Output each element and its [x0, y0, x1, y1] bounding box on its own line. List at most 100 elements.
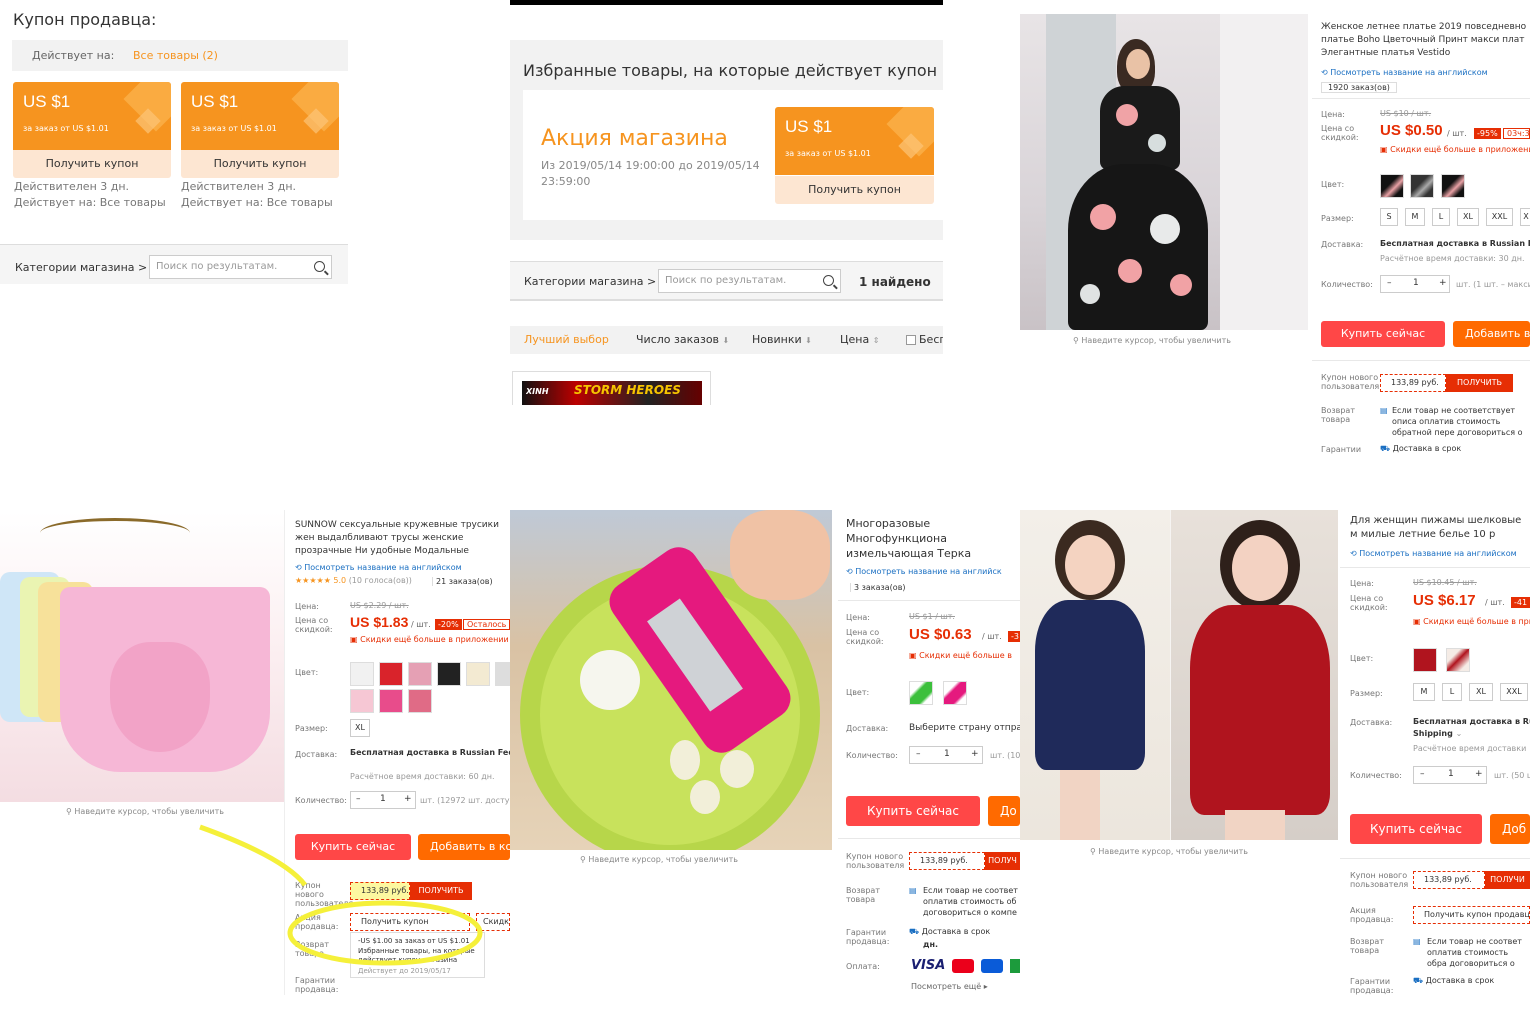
see-more-link[interactable]: Посмотреть ещё ▸: [911, 982, 988, 991]
product-image[interactable]: [1020, 510, 1338, 840]
new-user-coupon-get-button[interactable]: ПОЛУЧИТЬ: [1446, 374, 1513, 392]
size-option-l[interactable]: L: [1432, 208, 1450, 226]
delivery-icon: ⛟: [1380, 444, 1391, 453]
color-swatch-6[interactable]: [495, 662, 510, 686]
buy-now-button[interactable]: Купить сейчас: [846, 796, 980, 826]
applies-value-link[interactable]: Все товары (2): [133, 49, 218, 62]
get-coupon-button-1[interactable]: Получить купон: [13, 150, 171, 178]
color-swatch-8[interactable]: [379, 689, 403, 713]
color-swatch-2[interactable]: [379, 662, 403, 686]
rating[interactable]: ★★★★★ 5.0 (10 голоса(ов)): [295, 576, 412, 585]
store-categories-link[interactable]: Категории магазина >: [15, 261, 147, 274]
color-swatch-5[interactable]: [466, 662, 490, 686]
sort-price[interactable]: Цена ⇕: [840, 333, 879, 346]
plus-button[interactable]: +: [404, 794, 412, 804]
product-image[interactable]: [1020, 14, 1308, 330]
plus-button[interactable]: +: [971, 749, 979, 759]
get-coupon-button-2[interactable]: Получить купон: [181, 150, 339, 178]
app-discount-link[interactable]: ▣ Скидки ещё больше в приложении ▾: [350, 635, 515, 644]
app-discount-link[interactable]: ▣ Скидки ещё больше в: [909, 651, 1020, 660]
minus-button[interactable]: –: [1420, 769, 1425, 779]
product-image[interactable]: [0, 512, 284, 802]
color-swatch-2[interactable]: [1410, 174, 1434, 198]
translate-link[interactable]: ⟲ Посмотреть название на английск: [846, 567, 1020, 576]
seller-coupon-dropdown[interactable]: Получить купон продавц: [1413, 906, 1530, 924]
quantity-stepper[interactable]: – 1 +: [350, 791, 416, 809]
sort-orders[interactable]: Число заказов ⬇: [636, 333, 729, 346]
minus-button[interactable]: –: [1387, 278, 1392, 288]
add-to-cart-button[interactable]: Добавить в: [1453, 321, 1530, 347]
size-option-m[interactable]: M: [1413, 683, 1435, 701]
color-swatch-7[interactable]: [350, 689, 374, 713]
promo-title: Акция магазина: [541, 126, 728, 151]
size-option-xl[interactable]: XL: [350, 719, 370, 737]
quantity-stepper[interactable]: – 1 +: [909, 746, 983, 764]
size-option-m[interactable]: M: [1405, 208, 1425, 226]
color-swatch-pink[interactable]: [943, 681, 967, 705]
app-discount-link[interactable]: ▣ Скидки ещё больше в приложени: [1380, 145, 1530, 154]
quantity-stepper[interactable]: – 1 +: [1380, 275, 1450, 293]
quantity-stepper[interactable]: – 1 +: [1413, 766, 1487, 784]
return-policy: ▤ Если товар не соответствует описа оплат…: [1380, 406, 1523, 437]
translate-link[interactable]: ⟲ Посмотреть название на английском: [295, 563, 462, 572]
shipping-country-select[interactable]: Выберите страну отправк: [909, 723, 1020, 733]
product-banner[interactable]: XINH STORM HEROES: [522, 381, 702, 405]
search-input[interactable]: Поиск по результатам.: [149, 255, 332, 279]
color-swatch-9[interactable]: [408, 689, 432, 713]
sort-best[interactable]: Лучший выбор: [524, 333, 609, 346]
color-swatch-4[interactable]: [437, 662, 461, 686]
add-to-cart-button[interactable]: До: [988, 796, 1020, 826]
size-option-xl[interactable]: XL: [1457, 208, 1479, 226]
shipping-value[interactable]: Бесплатная доставка в Ru: [1413, 717, 1530, 726]
color-swatch-1[interactable]: [1380, 174, 1404, 198]
search-icon[interactable]: [823, 275, 834, 286]
buy-now-button[interactable]: Купить сейчас: [1350, 814, 1482, 844]
size-option-xl[interactable]: XL: [1469, 683, 1493, 701]
add-to-cart-button[interactable]: Доб: [1490, 814, 1530, 844]
size-option-xxl[interactable]: XXL: [1500, 683, 1528, 701]
quantity-label: Количество:: [1350, 771, 1402, 780]
translate-link[interactable]: ⟲ Посмотреть название на английском: [1350, 549, 1530, 558]
plus-button[interactable]: +: [1475, 769, 1483, 779]
discount-price-label: Цена со скидкой:: [846, 628, 884, 646]
new-user-coupon-get-button[interactable]: ПОЛУЧ: [985, 852, 1020, 870]
minus-button[interactable]: –: [356, 794, 361, 804]
search-icon[interactable]: [314, 261, 325, 272]
minus-button[interactable]: –: [916, 749, 921, 759]
quantity-value[interactable]: 1: [1448, 769, 1454, 779]
color-swatch-green[interactable]: [909, 681, 933, 705]
plus-button[interactable]: +: [1439, 278, 1447, 288]
return-label: Возврат товара: [1321, 406, 1355, 424]
promo-get-coupon-button[interactable]: Получить купон: [775, 176, 934, 204]
buy-now-button[interactable]: Купить сейчас: [1321, 321, 1445, 347]
shipping-method[interactable]: Shipping ⌄: [1413, 729, 1462, 738]
app-discount-link[interactable]: ▣ Скидки ещё больше в при: [1413, 617, 1530, 626]
quantity-value[interactable]: 1: [944, 749, 950, 759]
quantity-value[interactable]: 1: [1413, 278, 1419, 288]
discount-price-label: Цена со скидкой:: [1321, 124, 1359, 142]
size-option-s[interactable]: S: [1380, 208, 1398, 226]
stock-left: Осталось д: [463, 619, 510, 630]
shipping-value[interactable]: Бесплатная доставка в Russian Federatio: [350, 748, 510, 757]
discount-price: US $1.83: [350, 614, 409, 630]
product-image[interactable]: [510, 510, 832, 850]
free-shipping-label: Бесп: [919, 333, 943, 346]
size-option-xxl[interactable]: XXL: [1486, 208, 1513, 226]
color-swatch-3[interactable]: [408, 662, 432, 686]
color-swatch-3[interactable]: [1441, 174, 1465, 198]
search-input-2[interactable]: Поиск по результатам.: [658, 269, 841, 293]
sort-new[interactable]: Новинки ⬇: [752, 333, 812, 346]
color-swatch-red[interactable]: [1413, 648, 1437, 672]
new-user-coupon-get-button[interactable]: ПОЛУЧИ: [1485, 871, 1530, 889]
free-shipping-checkbox[interactable]: [906, 335, 916, 345]
quantity-value[interactable]: 1: [380, 794, 386, 804]
return-policy: ▤ Если товар не соответ оплатив стоимость…: [909, 886, 1018, 917]
color-swatch-red-2[interactable]: [1446, 648, 1470, 672]
shipping-value[interactable]: Бесплатная доставка в Russian Fede: [1380, 239, 1530, 248]
size-option-l[interactable]: L: [1442, 683, 1462, 701]
translate-link[interactable]: ⟲ Посмотреть название на английском: [1321, 68, 1488, 77]
color-swatch-1[interactable]: [350, 662, 374, 686]
store-categories-link-2[interactable]: Категории магазина >: [524, 275, 656, 288]
size-option-x[interactable]: X: [1520, 208, 1530, 226]
discount-price: US $6.17: [1413, 592, 1476, 609]
